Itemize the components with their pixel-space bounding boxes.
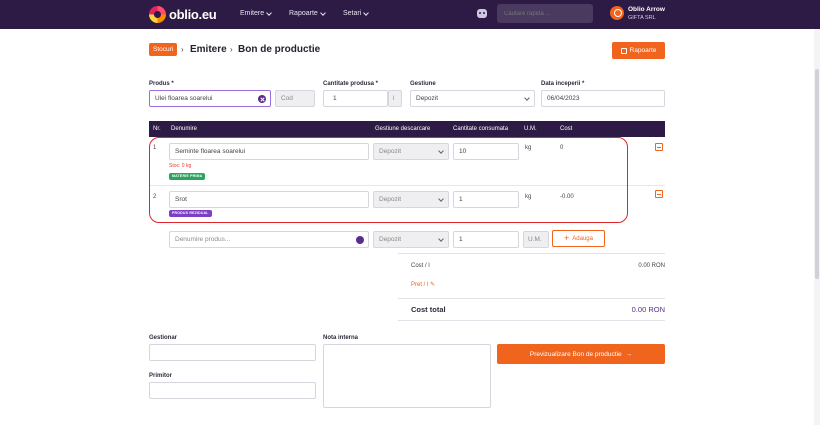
arrow-right-icon: → bbox=[625, 350, 633, 358]
new-denumire-placeholder: Denumire produs... bbox=[175, 236, 231, 243]
new-gestiune-select[interactable]: Depozit bbox=[373, 231, 449, 248]
report-icon bbox=[620, 47, 627, 54]
data-label: Data inceperii * bbox=[541, 81, 585, 87]
nota-interna-label: Nota interna bbox=[323, 335, 359, 341]
rapoarte-button[interactable]: Rapoarte bbox=[612, 42, 665, 59]
pret-per-unit-label: Pret / l bbox=[411, 282, 429, 288]
plus-icon: + bbox=[564, 233, 570, 243]
nav-setari[interactable]: Setari bbox=[343, 9, 370, 17]
breadcrumb-stocuri[interactable]: Stocuri bbox=[149, 43, 178, 56]
remove-row-icon[interactable] bbox=[655, 143, 663, 151]
previzualizare-button-label: Previzualizare Bon de productie bbox=[529, 350, 622, 358]
cod-input[interactable]: Cod bbox=[275, 90, 315, 107]
scrollbar-thumb[interactable] bbox=[815, 69, 819, 279]
breadcrumb-separator: › bbox=[230, 45, 233, 54]
nav-rapoarte[interactable]: Rapoarte bbox=[289, 9, 326, 17]
nota-interna-textarea[interactable] bbox=[323, 344, 491, 408]
data-input[interactable]: 06/04/2023 bbox=[541, 90, 665, 107]
totals-divider bbox=[398, 320, 665, 321]
primitor-input[interactable] bbox=[149, 382, 316, 399]
new-denumire-input[interactable]: Denumire produs... bbox=[169, 231, 369, 248]
produs-input[interactable]: Ulei floarea soarelui bbox=[149, 90, 271, 107]
previzualizare-button[interactable]: Previzualizare Bon de productie → bbox=[497, 344, 665, 364]
breadcrumb-emitere[interactable]: Emitere bbox=[190, 44, 227, 55]
add-product-icon[interactable] bbox=[356, 236, 364, 244]
header-cost: Cost bbox=[560, 126, 573, 132]
header-nr: Nr. bbox=[153, 126, 161, 132]
adauga-button-label: Adauga bbox=[572, 235, 593, 242]
totals-divider bbox=[398, 298, 665, 299]
nav-setari-label: Setari bbox=[343, 10, 362, 17]
scrollbar[interactable] bbox=[814, 29, 820, 425]
cantitate-value: 1 bbox=[333, 95, 337, 102]
robot-icon[interactable] bbox=[477, 9, 487, 18]
new-um-input[interactable]: U.M. bbox=[523, 231, 549, 248]
top-navbar: oblio.eu Emitere Rapoarte Setari Oblio A… bbox=[0, 0, 820, 29]
user-avatar-icon[interactable] bbox=[610, 6, 624, 20]
quick-search-input[interactable] bbox=[497, 4, 593, 23]
breadcrumb-separator: › bbox=[181, 45, 184, 54]
cost-total-value: 0.00 RON bbox=[631, 305, 665, 314]
adauga-button[interactable]: + Adauga bbox=[552, 230, 605, 247]
cost-per-unit-label: Cost / l bbox=[411, 263, 430, 269]
table-header: Nr. Denumire Gestiune descarcare Cantita… bbox=[149, 121, 665, 137]
nav-emitere-label: Emitere bbox=[240, 10, 265, 17]
chevron-down-icon bbox=[319, 9, 326, 16]
gestionar-label: Gestionar bbox=[149, 335, 178, 341]
chevron-down-icon bbox=[363, 9, 370, 16]
user-name[interactable]: Oblio Arrow bbox=[628, 6, 665, 13]
gestiune-value: Depozit bbox=[416, 95, 439, 102]
cantitate-unit: l bbox=[388, 90, 402, 107]
cantitate-unit-label: l bbox=[393, 95, 395, 102]
pret-per-unit-link[interactable]: Pret / l ✎ bbox=[411, 281, 435, 288]
header-gestiune: Gestiune descarcare bbox=[375, 126, 431, 132]
remove-row-icon[interactable] bbox=[655, 190, 663, 198]
produs-label: Produs * bbox=[149, 81, 174, 87]
header-denumire: Denumire bbox=[171, 126, 198, 132]
logo-icon bbox=[149, 6, 166, 23]
user-company: GIFTA SRL bbox=[628, 15, 656, 21]
cod-placeholder: Cod bbox=[281, 95, 293, 102]
gestiune-label: Gestiune bbox=[410, 81, 436, 87]
header-cantitate: Cantitate consumata bbox=[453, 126, 509, 132]
pencil-icon: ✎ bbox=[430, 282, 436, 288]
cost-per-unit-value: 0.00 RON bbox=[638, 263, 665, 269]
new-cantitate-input[interactable]: 1 bbox=[453, 231, 519, 248]
produs-value: Ulei floarea soarelui bbox=[155, 95, 213, 102]
chevron-down-icon bbox=[438, 236, 444, 242]
totals-divider bbox=[398, 253, 665, 254]
chevron-down-icon bbox=[266, 9, 272, 16]
new-gestiune-value: Depozit bbox=[379, 236, 402, 243]
cantitate-label: Cantitate produsa * bbox=[323, 81, 379, 87]
gestionar-input[interactable] bbox=[149, 344, 316, 361]
clear-icon[interactable] bbox=[258, 95, 266, 103]
data-value: 06/04/2023 bbox=[547, 95, 580, 102]
cost-total-label: Cost total bbox=[411, 305, 446, 314]
rapoarte-button-label: Rapoarte bbox=[629, 47, 657, 54]
new-um-value: U.M. bbox=[528, 236, 542, 243]
brand-name: oblio.eu bbox=[169, 7, 217, 22]
primitor-label: Primitor bbox=[149, 373, 173, 379]
header-um: U.M. bbox=[524, 126, 537, 132]
chevron-down-icon bbox=[524, 95, 530, 101]
cantitate-input[interactable]: 1 bbox=[323, 90, 388, 107]
brand-logo[interactable]: oblio.eu bbox=[149, 6, 217, 23]
page-title: Bon de productie bbox=[238, 44, 321, 55]
gestiune-select[interactable]: Depozit bbox=[410, 90, 535, 107]
nav-emitere[interactable]: Emitere bbox=[240, 9, 272, 17]
highlight-annotation bbox=[149, 137, 628, 223]
new-cantitate-value: 1 bbox=[459, 236, 463, 243]
nav-rapoarte-label: Rapoarte bbox=[289, 10, 318, 17]
